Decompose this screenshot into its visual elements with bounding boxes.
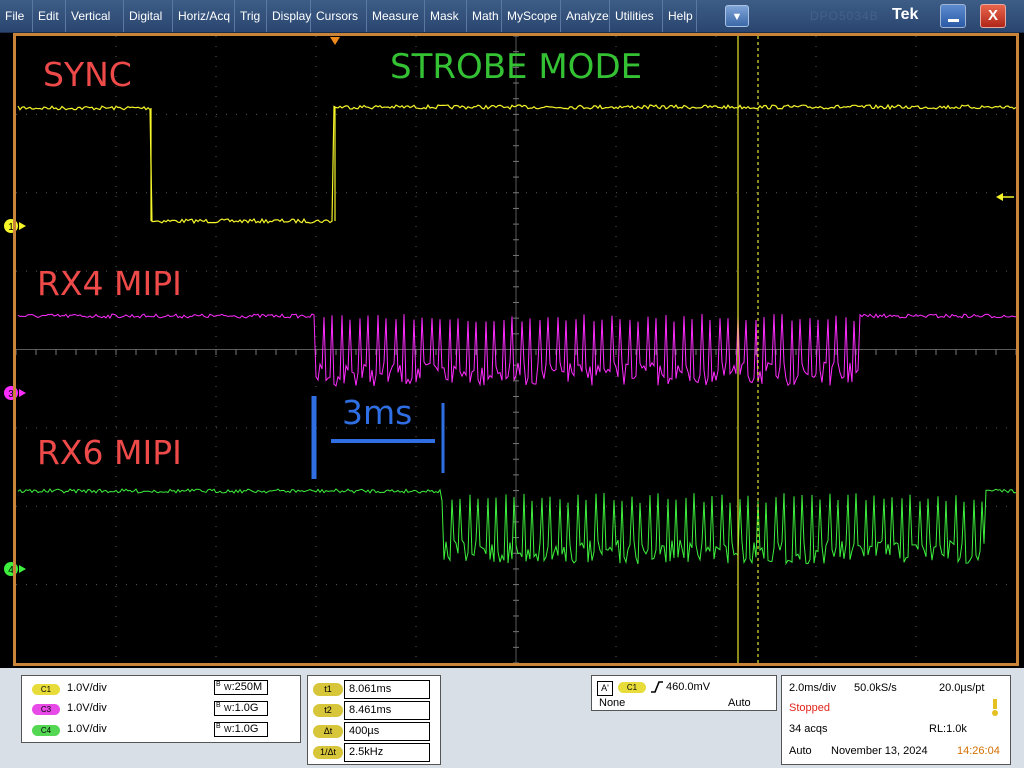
annotation-rx4: RX4 MIPI: [37, 264, 182, 303]
trigger-level: 460.0mV: [666, 681, 711, 693]
cursor-delta-value: 400µs: [344, 722, 430, 741]
date-readout: November 13, 2024: [831, 745, 928, 757]
annotation-3ms: 3ms: [342, 393, 413, 432]
sample-rate: 50.0kS/s: [854, 682, 897, 694]
status-panel: C1 1.0V/div B W:250M C3 1.0V/div B W:1.0G …: [0, 668, 1024, 768]
channel-c1-badge: C1: [32, 684, 60, 695]
annotation-rx6: RX6 MIPI: [37, 433, 182, 472]
graticule-frame: [13, 33, 1019, 666]
annotation-strobe-mode: STROBE MODE: [390, 47, 643, 87]
trigger-position-icon: [992, 699, 998, 716]
horizontal-scale: 2.0ms/div: [789, 682, 837, 694]
cursor-t2-tag: t2: [313, 704, 343, 717]
trigger-channel-badge: C1: [618, 682, 646, 693]
channel-c1-bandwidth: B W:250M: [214, 680, 268, 695]
channel-c3-bandwidth: B W:1.0G: [214, 701, 268, 716]
trigger-source-tag: A': [597, 681, 613, 696]
trigger-coupling: None: [599, 697, 626, 709]
annotation-sync: SYNC: [43, 55, 132, 94]
trigger-mode: Auto: [728, 697, 751, 709]
horizontal-readout[interactable]: 2.0ms/div 50.0kS/s 20.0µs/pt Stopped 34 …: [781, 675, 1011, 765]
acquisition-mode: Auto: [789, 745, 812, 757]
cursor-t2-value: 8.461ms: [344, 701, 430, 720]
time-resolution: 20.0µs/pt: [939, 682, 985, 694]
record-length: RL:1.0k: [929, 723, 967, 735]
channel-c3-scale: 1.0V/div: [67, 702, 107, 714]
cursor-freq-value: 2.5kHz: [344, 743, 430, 762]
channel-c3-badge: C3: [32, 704, 60, 715]
rising-edge-icon: [651, 681, 663, 693]
acquisition-count: 34 acqs: [789, 723, 828, 735]
channel-c4-bandwidth: B W:1.0G: [214, 722, 268, 737]
cursor-delta-tag: Δt: [313, 725, 343, 738]
cursor-t1-tag: t1: [313, 683, 343, 696]
cursor-t1-value: 8.061ms: [344, 680, 430, 699]
trigger-readout[interactable]: A' C1 460.0mV None Auto: [591, 675, 777, 711]
cursor-readout[interactable]: t1 8.061ms t2 8.461ms Δt 400µs 1/Δt 2.5k…: [307, 675, 441, 765]
vertical-readout[interactable]: C1 1.0V/div B W:250M C3 1.0V/div B W:1.0G …: [21, 675, 301, 743]
channel-c4-scale: 1.0V/div: [67, 723, 107, 735]
time-readout: 14:26:04: [957, 745, 1000, 757]
acquisition-state: Stopped: [789, 702, 830, 714]
cursor-freq-tag: 1/Δt: [313, 746, 343, 759]
channel-c4-badge: C4: [32, 725, 60, 736]
channel-c1-scale: 1.0V/div: [67, 682, 107, 694]
